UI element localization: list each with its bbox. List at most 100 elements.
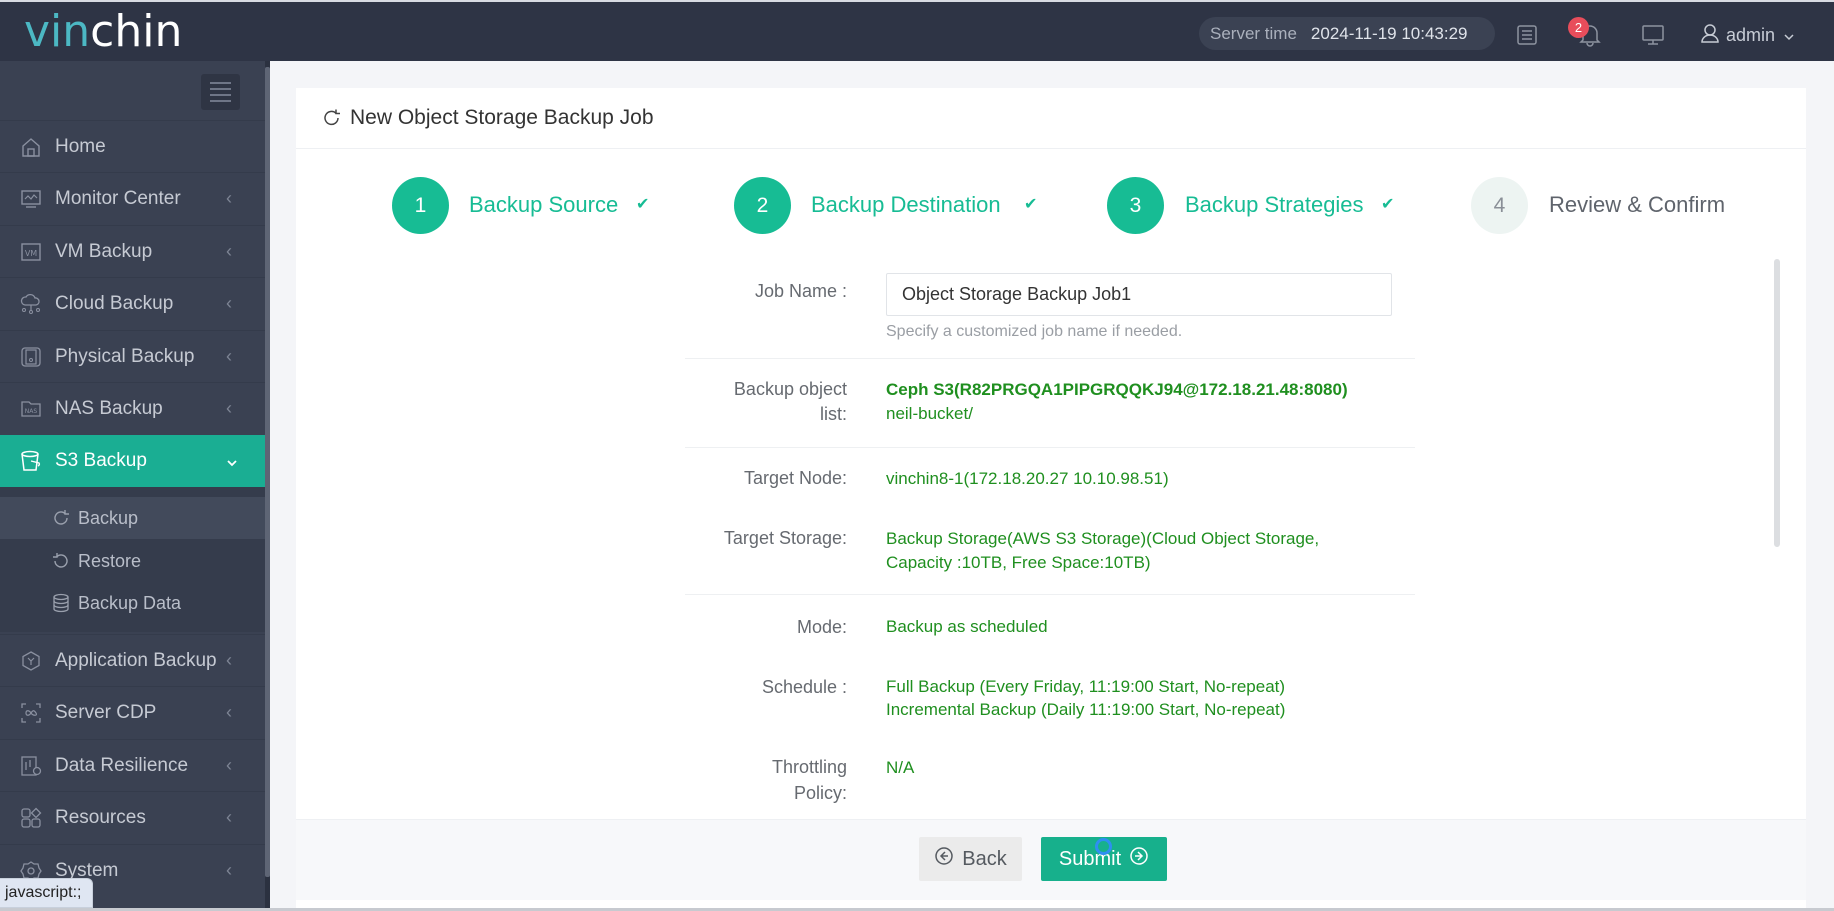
chevron-left-icon: ‹: [226, 398, 232, 418]
sidebar-item-label: VM Backup: [55, 240, 153, 262]
chevron-left-icon: ‹: [226, 860, 232, 880]
sidebar-item-vm-backup[interactable]: VM VM Backup ‹: [0, 225, 265, 277]
backup-object-label-line1: Backup object: [733, 379, 847, 399]
nas-icon: NAS: [19, 397, 43, 421]
step-1-circle[interactable]: 1: [392, 177, 449, 234]
divider: [685, 358, 1415, 359]
step-3-label[interactable]: Backup Strategies: [1185, 192, 1364, 218]
sidebar-subitem-label: Backup: [78, 507, 139, 528]
step-4-label: Review & Confirm: [1549, 192, 1726, 217]
sidebar-item-application-backup[interactable]: Application Backup ‹: [0, 634, 265, 686]
sidebar-item-label: S3 Backup: [55, 450, 147, 471]
user-name: admin: [1726, 24, 1776, 45]
sidebar-item-s3-backup[interactable]: S3 Backup: [0, 435, 265, 487]
job-name-input[interactable]: [886, 273, 1392, 316]
sidebar-item-cloud-backup[interactable]: Cloud Backup ‹: [0, 277, 265, 329]
refresh-icon: [322, 108, 342, 128]
monitor-center-icon: [19, 187, 43, 211]
logo-text: chin: [90, 6, 183, 57]
hamburger-icon-line: [210, 82, 231, 84]
svg-text:NAS: NAS: [25, 408, 38, 415]
sidebar-subitem-restore[interactable]: Restore: [0, 540, 265, 582]
user-menu[interactable]: admin: [1700, 22, 1795, 48]
back-button-label: Back: [962, 847, 1007, 870]
schedule-incremental: Incremental Backup (Daily 11:19:00 Start…: [886, 700, 1286, 719]
sidebar-item-label: Physical Backup: [55, 345, 195, 367]
sidebar-item-monitor-center[interactable]: Monitor Center ‹: [0, 172, 265, 224]
sidebar-toggle-button[interactable]: [201, 74, 240, 110]
chevron-left-icon: ‹: [226, 241, 232, 261]
refresh-icon: [50, 507, 72, 529]
physical-server-icon: [19, 345, 43, 369]
check-icon: ✔: [636, 196, 650, 213]
sidebar-item-resources[interactable]: Resources ‹: [0, 791, 265, 843]
target-storage-value-line1: Backup Storage(AWS S3 Storage)(Cloud Obj…: [886, 529, 1320, 548]
user-icon: [1700, 23, 1720, 48]
content-scrollbar[interactable]: [1774, 259, 1780, 547]
monitor-icon[interactable]: [1640, 22, 1666, 48]
resources-icon: [19, 806, 43, 830]
schedule-full: Full Backup (Every Friday, 11:19:00 Star…: [886, 677, 1286, 696]
bucket-icon: [19, 449, 43, 473]
hamburger-icon-line: [210, 100, 231, 102]
restore-icon: [50, 550, 72, 572]
backup-object-bucket: neil-bucket/: [886, 404, 973, 423]
target-node-label: Target Node:: [743, 468, 847, 488]
sidebar-item-label: NAS Backup: [55, 397, 163, 419]
job-name-hint: Specify a customized job name if needed.: [886, 323, 1183, 340]
target-storage-label: Target Storage:: [723, 528, 847, 548]
back-button[interactable]: Back: [919, 837, 1022, 881]
page-title: New Object Storage Backup Job: [296, 88, 1806, 149]
arrow-left-circle-icon: [934, 846, 954, 872]
data-resilience-icon: [19, 754, 43, 778]
page-title-text: New Object Storage Backup Job: [350, 106, 654, 129]
mode-value: Backup as scheduled: [886, 617, 1048, 636]
chevron-down-icon: [226, 451, 238, 472]
sidebar-item-label: Application Backup: [55, 649, 217, 671]
sidebar-subitem-backup[interactable]: Backup: [0, 497, 265, 539]
notification-badge[interactable]: 2: [1568, 17, 1589, 38]
job-name-label: Job Name :: [754, 281, 847, 301]
status-bar-link-preview: javascript:;: [0, 878, 93, 908]
backup-object-label-line2: list:: [820, 404, 847, 424]
home-icon: [19, 135, 43, 159]
submit-button-label: Submit: [1058, 847, 1122, 870]
sidebar-item-label: Cloud Backup: [55, 292, 174, 314]
sidebar-subitem-backup-data[interactable]: Backup Data: [0, 582, 265, 624]
step-3-circle[interactable]: 3: [1107, 177, 1164, 234]
check-icon: ✔: [1381, 196, 1395, 213]
sidebar-item-label: Home: [55, 135, 106, 157]
chevron-left-icon: ‹: [226, 755, 232, 775]
list-icon[interactable]: [1514, 22, 1540, 48]
chevron-down-icon: [1783, 25, 1795, 46]
sidebar-item-nas-backup[interactable]: NAS NAS Backup ‹: [0, 382, 265, 434]
throttling-label-line2: Policy:: [793, 783, 847, 803]
step-2-circle[interactable]: 2: [734, 177, 791, 234]
throttling-value: N/A: [886, 758, 915, 777]
sidebar-item-label: Server CDP: [55, 701, 157, 723]
divider: [685, 594, 1415, 595]
server-time: Server time 2024-11-19 10:43:29: [1199, 17, 1495, 50]
top-header: vinchin Server time 2024-11-19 10:43:29 …: [0, 0, 1834, 61]
sidebar-item-data-resilience[interactable]: Data Resilience ‹: [0, 739, 265, 791]
sidebar-item-physical-backup[interactable]: Physical Backup ‹: [0, 330, 265, 382]
sidebar-item-label: Monitor Center: [55, 187, 181, 209]
server-time-label: Server time: [1210, 23, 1297, 43]
application-icon: [19, 649, 43, 673]
arrow-right-circle-icon: [1129, 846, 1149, 872]
sidebar-item-home[interactable]: Home: [0, 120, 265, 172]
cdp-icon: [19, 701, 43, 725]
target-node-value: vinchin8-1(172.18.20.27 10.10.98.51): [886, 469, 1169, 488]
chevron-left-icon: ‹: [226, 188, 232, 208]
vinchin-logo[interactable]: vinchin: [24, 8, 182, 56]
divider: [685, 447, 1415, 448]
target-storage-value-line2: Capacity :10TB, Free Space:10TB): [886, 553, 1151, 572]
step-1-label[interactable]: Backup Source: [469, 192, 618, 218]
sidebar-item-server-cdp[interactable]: Server CDP ‹: [0, 686, 265, 738]
mode-label: Mode:: [796, 617, 847, 637]
svg-text:VM: VM: [25, 249, 37, 258]
throttling-label-line1: Throttling: [771, 757, 847, 777]
sidebar-subitem-label: Restore: [78, 550, 142, 571]
vm-icon: VM: [19, 240, 43, 264]
step-2-label[interactable]: Backup Destination: [811, 192, 1001, 218]
